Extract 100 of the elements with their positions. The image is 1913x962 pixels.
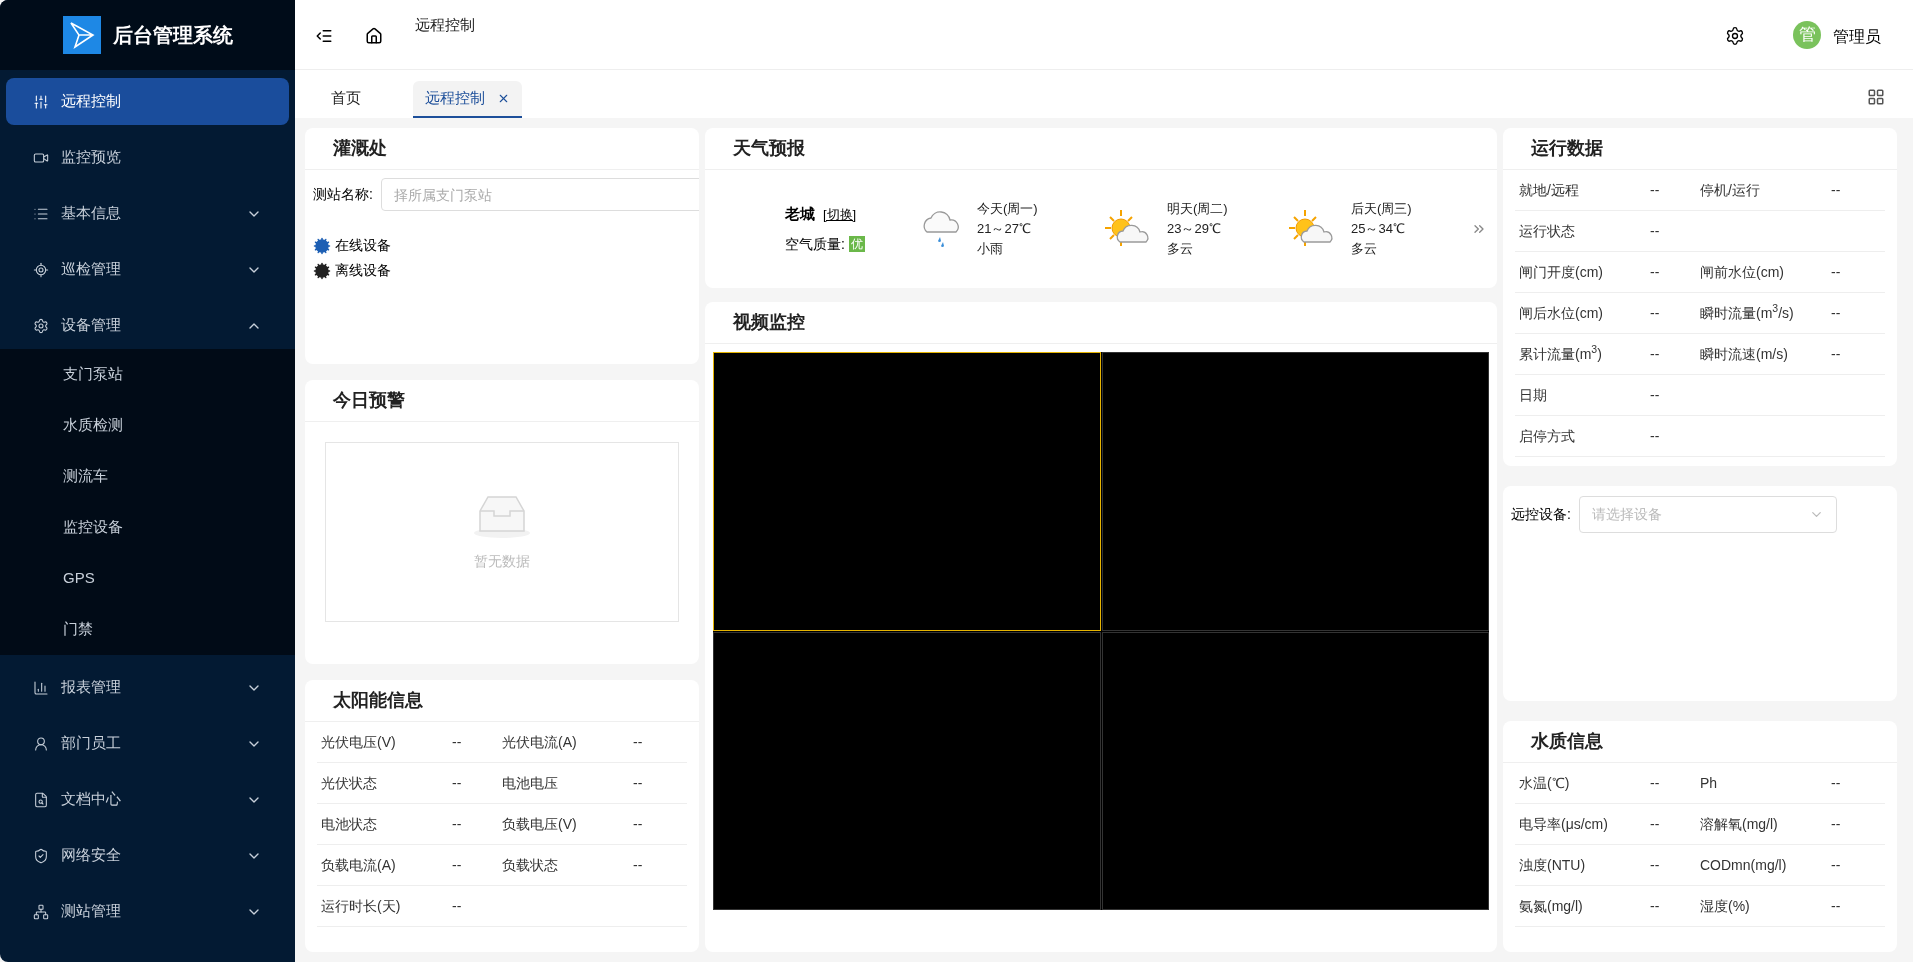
- panel-title: 今日预警: [333, 389, 405, 412]
- nav-item[interactable]: 基本信息: [0, 190, 295, 237]
- field-value: --: [1650, 896, 1661, 916]
- submenu-item[interactable]: 门禁: [0, 604, 295, 655]
- field-label: Ph: [1700, 773, 1719, 793]
- air-quality-label: 空气质量:: [785, 234, 845, 254]
- field-value: --: [633, 732, 644, 752]
- field-label: 负载电压(V): [502, 814, 578, 834]
- user-name[interactable]: 管理员: [1833, 25, 1881, 49]
- field-value: --: [1831, 262, 1842, 282]
- field-value: --: [1650, 773, 1661, 793]
- field-value: --: [1650, 180, 1661, 200]
- forecast-condition: 多云: [1167, 240, 1194, 258]
- settings-icon[interactable]: [1725, 26, 1745, 46]
- field-label: 运行状态: [1519, 221, 1576, 241]
- field-label: 累计流量(m$^{3}$): [1519, 343, 1603, 364]
- field-value: --: [452, 855, 463, 875]
- field-label: 瞬时流速(m/s): [1700, 344, 1789, 364]
- field-label: 就地/远程: [1519, 180, 1580, 200]
- station-field[interactable]: 择所属支门泵站: [380, 178, 699, 211]
- collapse-menu-icon[interactable]: [315, 27, 333, 45]
- app-title: 后台管理系统: [112, 23, 233, 48]
- field-value: --: [1650, 855, 1661, 875]
- nav-item[interactable]: 报表管理: [0, 664, 295, 711]
- grid-view-icon[interactable]: [1867, 88, 1885, 106]
- field-value: --: [1831, 773, 1842, 793]
- panel-title: 运行数据: [1531, 137, 1603, 160]
- air-quality-badge: 优: [848, 236, 865, 253]
- field-label: 闸前水位(cm): [1700, 262, 1785, 282]
- forecast-temperature: 23～29℃: [1167, 220, 1222, 238]
- field-label: 水温(℃): [1519, 773, 1571, 793]
- panel-title: 视频监控: [733, 311, 805, 334]
- field-value: --: [633, 855, 644, 875]
- field-value: --: [1831, 896, 1842, 916]
- field-label: 氨氮(mg/l): [1519, 896, 1584, 916]
- city-name: 老城: [785, 204, 815, 225]
- field-value: --: [1650, 262, 1661, 282]
- field-value: --: [1831, 180, 1842, 200]
- panel-title: 天气预报: [733, 137, 805, 160]
- nav-item[interactable]: 巡检管理: [0, 246, 295, 293]
- nav-item[interactable]: 部门员工: [0, 720, 295, 767]
- field-value: --: [1650, 426, 1661, 446]
- station-label: 测站名称:: [313, 185, 373, 204]
- page-tab[interactable]: 远程控制: [413, 81, 522, 118]
- field-label: 闸后水位(cm): [1519, 303, 1604, 323]
- page-tab[interactable]: 首页: [319, 81, 373, 118]
- panel-title: 太阳能信息: [333, 689, 423, 712]
- field-label: 负载状态: [502, 855, 559, 875]
- submenu-item[interactable]: GPS: [0, 553, 295, 604]
- field-value: --: [1831, 344, 1842, 364]
- field-value: --: [1650, 814, 1661, 834]
- field-label: 负载电流(A): [321, 855, 397, 875]
- paper-plane-logo-icon: [62, 16, 101, 54]
- empty-text: 暂无数据: [474, 551, 530, 571]
- nav-item[interactable]: 设备管理: [0, 302, 295, 349]
- close-icon[interactable]: [497, 92, 510, 105]
- submenu-item[interactable]: 支门泵站: [0, 349, 295, 400]
- field-value: --: [1831, 303, 1842, 323]
- field-value: --: [1650, 303, 1661, 323]
- field-value: --: [452, 896, 463, 916]
- forecast-temperature: 21～27℃: [977, 220, 1032, 238]
- field-value: --: [633, 773, 644, 793]
- field-label: 电导率(μs/cm): [1519, 814, 1609, 834]
- field-label: 启停方式: [1519, 426, 1576, 446]
- field-value: --: [633, 814, 644, 834]
- field-value: --: [1650, 385, 1661, 405]
- nav-item[interactable]: 监控预览: [0, 134, 295, 181]
- field-value: --: [1831, 855, 1842, 875]
- field-value: --: [1650, 221, 1661, 241]
- field-label: 浊度(NTU): [1519, 855, 1587, 875]
- nav-item[interactable]: 远程控制: [6, 78, 289, 125]
- field-label: 闸门开度(cm): [1519, 262, 1604, 282]
- nav-item[interactable]: 测站管理: [0, 888, 295, 935]
- switch-city-link[interactable]: [切换]: [823, 204, 857, 225]
- field-label: 电池电压: [502, 773, 559, 793]
- field-label: 光伏电压(V): [321, 732, 397, 752]
- breadcrumb[interactable]: 远程控制: [415, 14, 475, 37]
- field-label: 光伏电流(A): [502, 732, 578, 752]
- home-icon[interactable]: [365, 27, 383, 45]
- field-label: 运行时长(天): [321, 896, 402, 916]
- submenu-item[interactable]: 水质检测: [0, 400, 295, 451]
- forecast-temperature: 25～34℃: [1351, 220, 1406, 238]
- panel-title: 灌溉处: [333, 137, 387, 160]
- forecast-condition: 多云: [1351, 240, 1378, 258]
- field-label: 瞬时流量(m$^{3}$/s): [1700, 302, 1795, 323]
- field-value: --: [452, 732, 463, 752]
- field-label: 溶解氧(mg/l): [1700, 814, 1779, 834]
- forecast-day: 后天(周三): [1351, 199, 1412, 219]
- field-label: 停机/运行: [1700, 180, 1761, 200]
- field-label: 电池状态: [321, 814, 378, 834]
- submenu-item[interactable]: 监控设备: [0, 502, 295, 553]
- submenu-item[interactable]: 测流车: [0, 451, 295, 502]
- remote-device-label: 远控设备:: [1511, 505, 1571, 524]
- field-label: 日期: [1519, 385, 1548, 405]
- field-label: CODmn(mg/l): [1700, 855, 1788, 875]
- forecast-day: 明天(周二): [1167, 199, 1228, 219]
- nav-item[interactable]: 文档中心: [0, 776, 295, 823]
- nav-item[interactable]: 网络安全: [0, 832, 295, 879]
- field-value: --: [1831, 814, 1842, 834]
- panel-title: 水质信息: [1531, 730, 1603, 753]
